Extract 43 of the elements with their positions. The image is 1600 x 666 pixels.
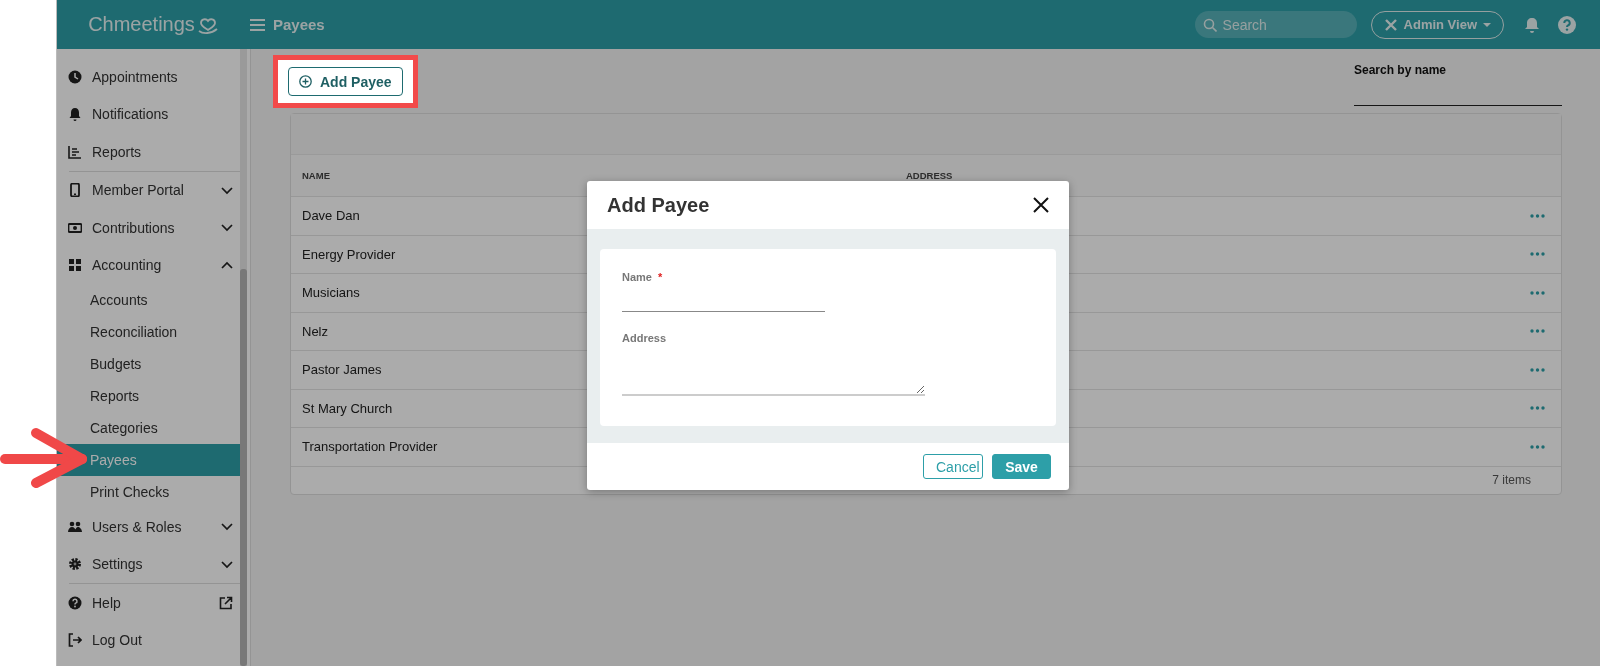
clock-icon: [68, 69, 82, 84]
table-cell: Dave Dan: [302, 208, 360, 224]
table-cell: Energy Provider: [302, 246, 396, 262]
more-icon[interactable]: [1530, 213, 1545, 218]
page-title: Payees: [273, 16, 325, 33]
bar-chart-icon: [68, 144, 82, 159]
table-cell: Musicians: [302, 285, 360, 301]
gear-icon: [68, 557, 82, 572]
more-icon[interactable]: [1530, 406, 1545, 411]
scrollbar-thumb[interactable]: [240, 269, 247, 666]
more-icon[interactable]: [1530, 444, 1545, 449]
table-cell: Transportation Provider: [302, 439, 438, 455]
table-cell: Pastor James: [302, 362, 382, 378]
more-icon[interactable]: [1530, 329, 1545, 334]
table-cell: Nelz: [302, 323, 328, 339]
search-icon: [1202, 18, 1217, 32]
phone-icon: [68, 183, 82, 198]
item-count: 7 items: [1492, 473, 1531, 487]
field-label: Name: [622, 271, 652, 283]
help-icon: [68, 595, 82, 610]
caret-icon: [1483, 22, 1491, 27]
close-icon[interactable]: [1033, 197, 1049, 213]
grid-icon: [68, 258, 82, 273]
column-header[interactable]: ADDRESS: [906, 170, 1561, 181]
more-icon[interactable]: [1530, 252, 1545, 257]
more-icon[interactable]: [1530, 367, 1545, 372]
bell-icon[interactable]: [1524, 16, 1540, 33]
more-icon[interactable]: [1530, 290, 1545, 295]
external-link-icon: [219, 595, 233, 610]
table-cell: St Mary Church: [302, 400, 393, 416]
field-label: Address: [622, 332, 667, 344]
dialog-title: Add Payee: [607, 193, 710, 217]
bell-icon: [68, 107, 82, 122]
menu-icon[interactable]: [250, 17, 265, 32]
logout-icon: [68, 633, 82, 648]
banknote-icon: [68, 220, 82, 235]
help-icon[interactable]: [1558, 15, 1576, 34]
search-label: Search by name: [1354, 63, 1448, 77]
add-payee-button[interactable]: Add Payee: [288, 67, 403, 96]
plus-circle-icon: [299, 75, 312, 88]
users-icon: [68, 519, 82, 534]
column-header[interactable]: NAME: [302, 170, 906, 181]
required-marker: *: [657, 271, 663, 283]
